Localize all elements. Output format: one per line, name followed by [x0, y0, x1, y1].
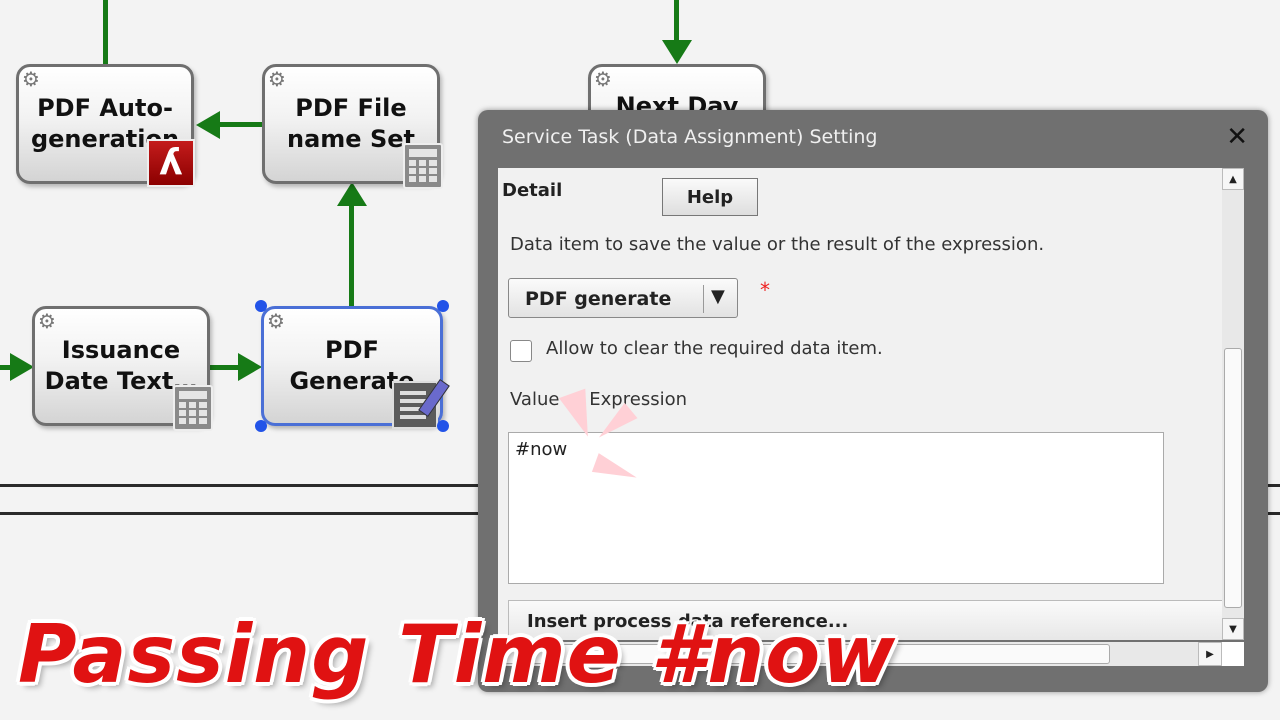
- flow-edge[interactable]: [674, 0, 679, 44]
- selection-handle[interactable]: [437, 420, 449, 432]
- scrollbar-thumb[interactable]: [1224, 348, 1242, 608]
- flow-edge[interactable]: [349, 204, 354, 308]
- selection-handle[interactable]: [255, 300, 267, 312]
- scroll-down-button[interactable]: ▼: [1222, 618, 1244, 640]
- flow-arrowhead: [662, 40, 692, 64]
- close-icon[interactable]: ✕: [1226, 122, 1248, 152]
- gear-icon: ⚙: [38, 309, 56, 333]
- calculator-icon: [403, 143, 443, 189]
- scroll-up-button[interactable]: ▲: [1222, 168, 1244, 190]
- task-node-issuance-date-text[interactable]: ⚙ Issuance Date Text…: [32, 306, 213, 431]
- gear-icon: ⚙: [267, 309, 285, 333]
- flow-arrowhead: [238, 353, 262, 381]
- value-expression-label: Value or Expression: [510, 389, 687, 410]
- gear-icon: ⚙: [22, 67, 40, 91]
- dialog-title: Service Task (Data Assignment) Setting: [502, 126, 878, 148]
- calculator-icon: [173, 385, 213, 431]
- flow-arrowhead: [196, 111, 220, 139]
- field-description: Data item to save the value or the resul…: [510, 234, 1045, 255]
- caption-overlay: Passing Time #now: [18, 608, 897, 701]
- task-node-pdf-auto-generation[interactable]: ⚙ PDF Auto- generation ʎ: [16, 64, 195, 187]
- allow-clear-label: Allow to clear the required data item.: [546, 338, 883, 359]
- task-node-label: PDF File name Set: [287, 94, 415, 153]
- pdf-icon: ʎ: [147, 139, 195, 187]
- task-node-pdf-file-name-set[interactable]: ⚙ PDF File name Set: [262, 64, 443, 189]
- vertical-scrollbar[interactable]: ▲ ▼: [1222, 168, 1244, 640]
- task-node-pdf-generate[interactable]: ⚙ PDF Generate: [261, 306, 450, 429]
- data-item-select[interactable]: PDF generate ▼: [508, 278, 738, 318]
- gear-icon: ⚙: [594, 67, 612, 91]
- selected-value: PDF generate: [525, 288, 672, 310]
- expression-textarea[interactable]: [508, 432, 1164, 584]
- required-marker: *: [760, 278, 770, 302]
- flow-arrowhead: [10, 353, 34, 381]
- flow-arrowhead: [337, 182, 367, 206]
- scroll-right-button[interactable]: ▶: [1198, 642, 1222, 666]
- gear-icon: ⚙: [268, 67, 286, 91]
- flow-edge[interactable]: [218, 122, 266, 127]
- selection-handle[interactable]: [255, 420, 267, 432]
- service-task-setting-dialog: Service Task (Data Assignment) Setting ✕…: [478, 110, 1268, 692]
- allow-clear-checkbox[interactable]: [510, 340, 532, 362]
- form-edit-icon: [392, 378, 450, 429]
- flow-edge[interactable]: [103, 0, 108, 66]
- chevron-down-icon: ▼: [711, 286, 725, 307]
- help-button[interactable]: Help: [662, 178, 758, 216]
- selection-handle[interactable]: [437, 300, 449, 312]
- dialog-content: Detail Help Data item to save the value …: [498, 168, 1240, 640]
- section-label: Detail: [502, 180, 563, 201]
